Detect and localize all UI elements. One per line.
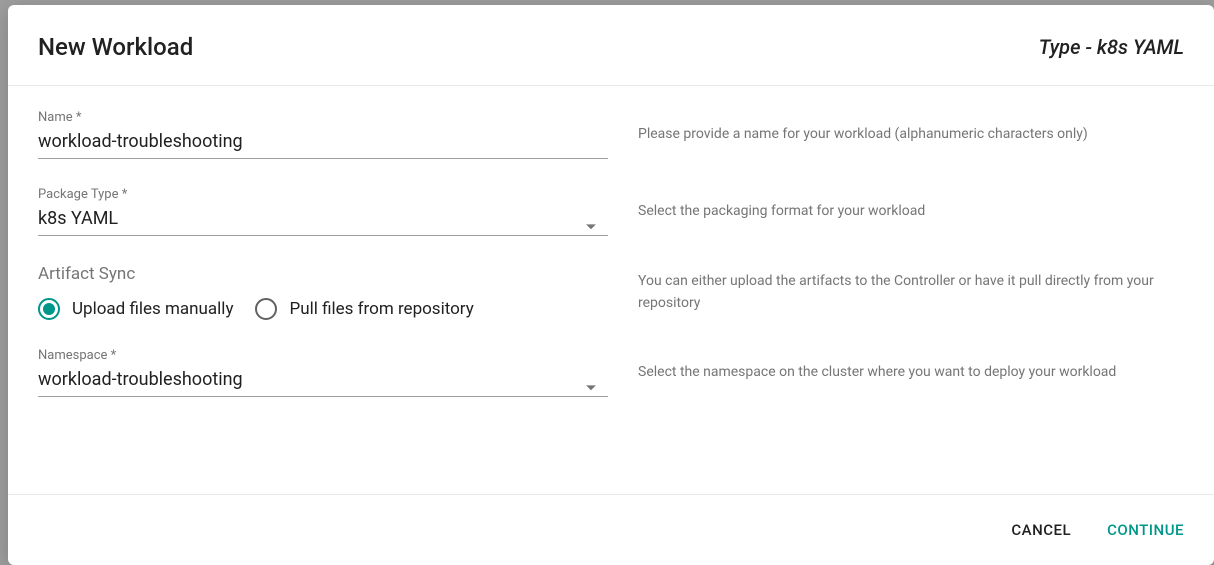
modal-body: Name * Please provide a name for your wo… (8, 86, 1214, 494)
namespace-select[interactable] (38, 365, 608, 397)
radio-selected-icon (38, 298, 60, 320)
name-help: Please provide a name for your workload … (638, 110, 1184, 159)
name-input[interactable] (38, 127, 608, 159)
row-namespace: Namespace * Select the namespace on the … (38, 348, 1184, 397)
row-name: Name * Please provide a name for your wo… (38, 110, 1184, 159)
package-type-help: Select the packaging format for your wor… (638, 187, 1184, 236)
radio-pull-repository[interactable]: Pull files from repository (255, 298, 473, 320)
modal-type-label: Type - k8s YAML (1039, 35, 1184, 59)
row-artifact-sync: Artifact Sync Upload files manually Pull… (38, 264, 1184, 320)
new-workload-modal: New Workload Type - k8s YAML Name * Plea… (8, 5, 1214, 565)
radio-pull-label: Pull files from repository (289, 299, 473, 319)
name-label: Name * (38, 110, 608, 125)
namespace-field-group: Namespace * (38, 348, 608, 397)
namespace-label: Namespace * (38, 348, 608, 363)
cancel-button[interactable]: CANCEL (1007, 513, 1075, 547)
modal-header: New Workload Type - k8s YAML (8, 5, 1214, 86)
artifact-sync-radio-group: Upload files manually Pull files from re… (38, 298, 608, 320)
package-type-select[interactable] (38, 204, 608, 236)
artifact-sync-group: Artifact Sync Upload files manually Pull… (38, 264, 608, 320)
namespace-help: Select the namespace on the cluster wher… (638, 348, 1184, 397)
radio-upload-label: Upload files manually (72, 299, 233, 319)
modal-footer: CANCEL CONTINUE (8, 494, 1214, 565)
continue-button[interactable]: CONTINUE (1103, 513, 1188, 547)
package-type-field-group: Package Type * (38, 187, 608, 236)
namespace-value[interactable] (38, 365, 608, 397)
row-package-type: Package Type * Select the packaging form… (38, 187, 1184, 236)
artifact-sync-heading: Artifact Sync (38, 264, 608, 284)
artifact-sync-help: You can either upload the artifacts to t… (638, 264, 1184, 320)
package-type-label: Package Type * (38, 187, 608, 202)
package-type-value[interactable] (38, 204, 608, 236)
radio-upload-manually[interactable]: Upload files manually (38, 298, 233, 320)
name-field-group: Name * (38, 110, 608, 159)
modal-title: New Workload (38, 33, 193, 61)
radio-unselected-icon (255, 298, 277, 320)
